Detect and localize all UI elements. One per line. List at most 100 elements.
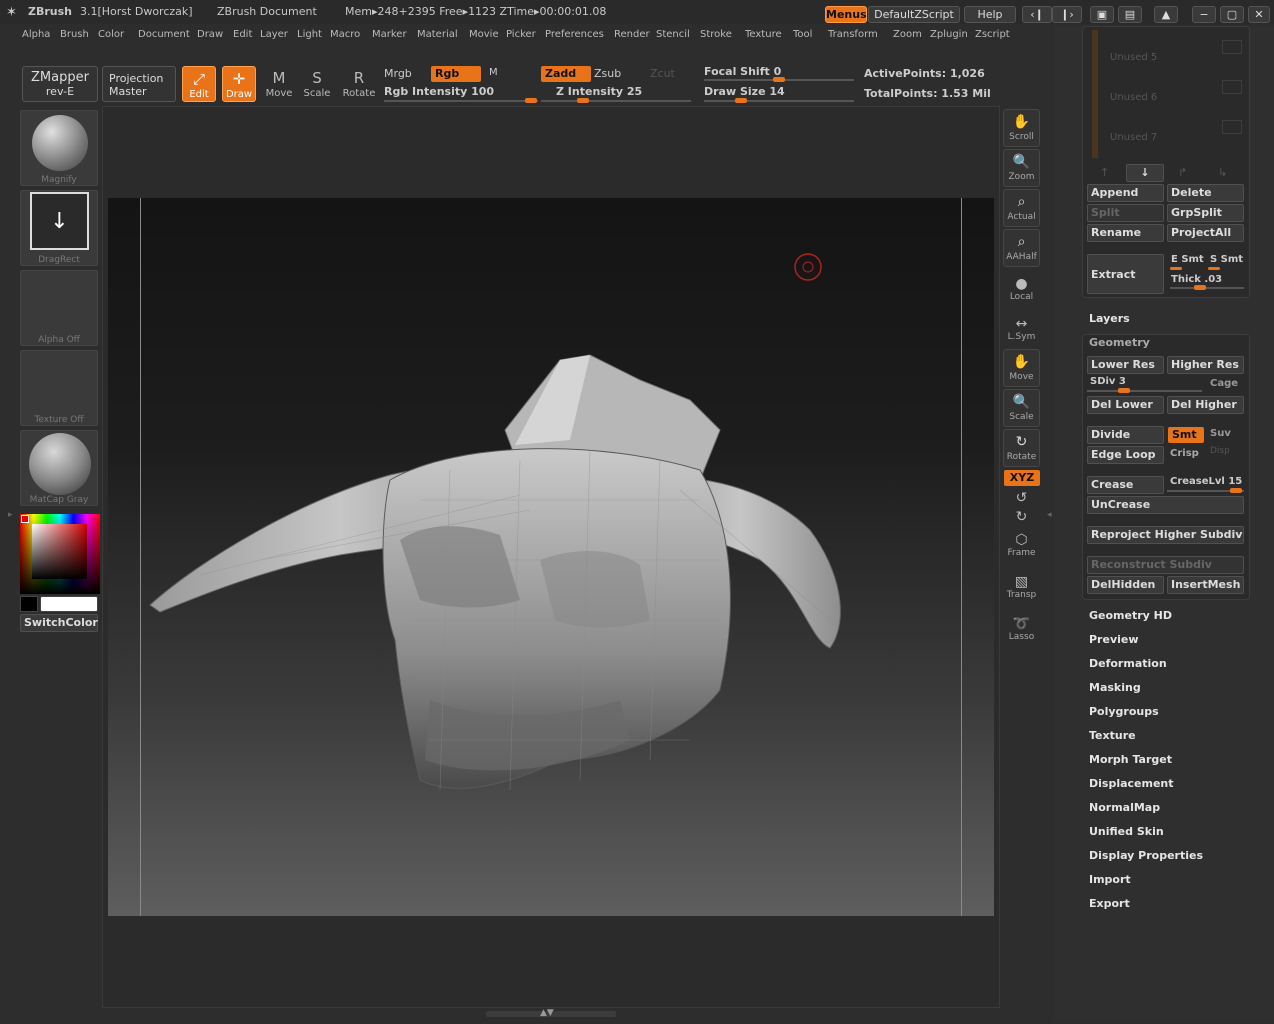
- layers-section[interactable]: Layers: [1089, 312, 1130, 325]
- s-smt-toggle[interactable]: S Smt: [1210, 254, 1243, 265]
- edge-loop-button[interactable]: Edge Loop: [1087, 446, 1164, 464]
- actual-button[interactable]: ⌕ Actual: [1003, 189, 1040, 227]
- e-smt-knob[interactable]: [1170, 267, 1182, 270]
- creaselvl-slider-label[interactable]: CreaseLvl 15: [1170, 476, 1242, 487]
- subtool-toggle-7[interactable]: [1222, 120, 1242, 134]
- divide-button[interactable]: Divide: [1087, 426, 1164, 444]
- frame-label: Frame: [1007, 548, 1036, 558]
- uncrease-button[interactable]: UnCrease: [1087, 496, 1244, 514]
- reproject-button[interactable]: Reproject Higher Subdiv: [1087, 526, 1244, 544]
- del-higher-button[interactable]: Del Higher: [1167, 396, 1244, 414]
- thick-knob[interactable]: [1194, 285, 1206, 290]
- smt-toggle[interactable]: Smt: [1168, 427, 1204, 443]
- subtool-unused-6[interactable]: Unused 6: [1110, 92, 1157, 103]
- lower-res-button[interactable]: Lower Res: [1087, 356, 1164, 374]
- section-polygroups[interactable]: Polygroups: [1089, 705, 1159, 718]
- section-deformation[interactable]: Deformation: [1089, 657, 1167, 670]
- projectall-button[interactable]: ProjectAll: [1167, 224, 1244, 242]
- section-unified-skin[interactable]: Unified Skin: [1089, 825, 1164, 838]
- crisp-toggle[interactable]: Crisp: [1170, 448, 1199, 459]
- creaselvl-knob[interactable]: [1230, 488, 1242, 493]
- section-morph-target[interactable]: Morph Target: [1089, 753, 1172, 766]
- rotate-y-icon[interactable]: ↺: [1003, 490, 1040, 506]
- rotate-z-icon[interactable]: ↻: [1003, 509, 1040, 525]
- move-view-label: Move: [1009, 372, 1034, 382]
- extract-button[interactable]: Extract: [1087, 254, 1164, 294]
- del-lower-button[interactable]: Del Lower: [1087, 396, 1164, 414]
- delete-button[interactable]: Delete: [1167, 184, 1244, 202]
- rotate-view-label: Rotate: [1006, 452, 1037, 462]
- aahalf-button[interactable]: ⌕ AAHalf: [1003, 229, 1040, 267]
- lsym-icon: ↔: [1015, 316, 1028, 332]
- reconstruct-subdiv-button[interactable]: Reconstruct Subdiv: [1087, 556, 1244, 574]
- section-display-properties[interactable]: Display Properties: [1089, 849, 1203, 862]
- append-button[interactable]: Append: [1087, 184, 1164, 202]
- rotate-view-button[interactable]: ↻ Rotate: [1003, 429, 1040, 467]
- lasso-icon: ➰: [1012, 616, 1031, 632]
- suv-toggle[interactable]: Suv: [1210, 428, 1231, 439]
- xyz-button[interactable]: XYZ: [1004, 470, 1040, 486]
- transp-icon: ▧: [1014, 574, 1029, 590]
- aahalf-icon: ⌕: [1017, 234, 1026, 250]
- grpsplit-button[interactable]: GrpSplit: [1167, 204, 1244, 222]
- local-button[interactable]: ● Local: [1003, 276, 1040, 302]
- sdiv-slider-label[interactable]: SDiv 3: [1090, 376, 1126, 387]
- geometry-header[interactable]: Geometry: [1089, 336, 1150, 349]
- section-import[interactable]: Import: [1089, 873, 1131, 886]
- scale-view-label: Scale: [1009, 412, 1034, 422]
- delhidden-button[interactable]: DelHidden: [1087, 576, 1164, 594]
- collapse-tray-icon[interactable]: ◂: [1047, 510, 1052, 520]
- sdiv-knob[interactable]: [1118, 388, 1130, 393]
- zoom-button[interactable]: 🔍 Zoom: [1003, 149, 1040, 187]
- lasso-button[interactable]: ➰ Lasso: [1003, 616, 1040, 642]
- section-normalmap[interactable]: NormalMap: [1089, 801, 1160, 814]
- lasso-label: Lasso: [1008, 632, 1035, 642]
- scroll-button[interactable]: ✋ Scroll: [1003, 109, 1040, 147]
- e-smt-toggle[interactable]: E Smt: [1171, 254, 1204, 265]
- thick-slider-label[interactable]: Thick .03: [1171, 274, 1222, 285]
- collapse-left-icon[interactable]: ▸: [8, 510, 13, 520]
- rotate-view-icon: ↻: [1015, 434, 1028, 450]
- crease-button[interactable]: Crease: [1087, 476, 1164, 494]
- aahalf-label: AAHalf: [1006, 252, 1037, 262]
- arrow-next-icon[interactable]: ↳: [1218, 166, 1227, 179]
- insertmesh-button[interactable]: InsertMesh: [1167, 576, 1244, 594]
- brush-cursor-icon: [794, 253, 822, 281]
- subtool-unused-5[interactable]: Unused 5: [1110, 52, 1157, 63]
- lsym-button[interactable]: ↔ L.Sym: [1003, 316, 1040, 342]
- split-button[interactable]: Split: [1087, 204, 1164, 222]
- thick-slider[interactable]: [1170, 287, 1244, 289]
- s-smt-knob[interactable]: [1208, 267, 1220, 270]
- section-masking[interactable]: Masking: [1089, 681, 1141, 694]
- zoom-label: Zoom: [1008, 172, 1035, 182]
- subtool-toggle-6[interactable]: [1222, 80, 1242, 94]
- section-geometry-hd[interactable]: Geometry HD: [1089, 609, 1172, 622]
- subtool-unused-7[interactable]: Unused 7: [1110, 132, 1157, 143]
- frame-button[interactable]: ⬡ Frame: [1003, 532, 1040, 558]
- scale-view-icon: 🔍: [1012, 394, 1031, 410]
- local-label: Local: [1009, 292, 1034, 302]
- section-displacement[interactable]: Displacement: [1089, 777, 1174, 790]
- tray-toggle-icon[interactable]: ▲▼: [540, 1008, 554, 1018]
- arrow-up-icon[interactable]: ↑: [1100, 166, 1109, 179]
- subtool-toggle-5[interactable]: [1222, 40, 1242, 54]
- scroll-icon: ✋: [1012, 114, 1031, 130]
- move-view-icon: ✋: [1012, 354, 1031, 370]
- arrow-redo-icon[interactable]: ↱: [1178, 166, 1187, 179]
- transp-button[interactable]: ▧ Transp: [1003, 574, 1040, 600]
- scale-view-button[interactable]: 🔍 Scale: [1003, 389, 1040, 427]
- transp-label: Transp: [1006, 590, 1037, 600]
- frame-icon: ⬡: [1015, 532, 1028, 548]
- disp-slider-label[interactable]: Disp: [1210, 446, 1230, 456]
- section-texture[interactable]: Texture: [1089, 729, 1136, 742]
- actual-icon: ⌕: [1017, 194, 1026, 210]
- rename-button[interactable]: Rename: [1087, 224, 1164, 242]
- subtool-scrollbar[interactable]: [1092, 30, 1098, 158]
- section-preview[interactable]: Preview: [1089, 633, 1139, 646]
- move-view-button[interactable]: ✋ Move: [1003, 349, 1040, 387]
- arrow-down-icon[interactable]: ↓: [1126, 164, 1164, 182]
- cage-button[interactable]: Cage: [1210, 378, 1238, 389]
- section-export[interactable]: Export: [1089, 897, 1130, 910]
- sdiv-slider[interactable]: [1087, 390, 1202, 392]
- higher-res-button[interactable]: Higher Res: [1167, 356, 1244, 374]
